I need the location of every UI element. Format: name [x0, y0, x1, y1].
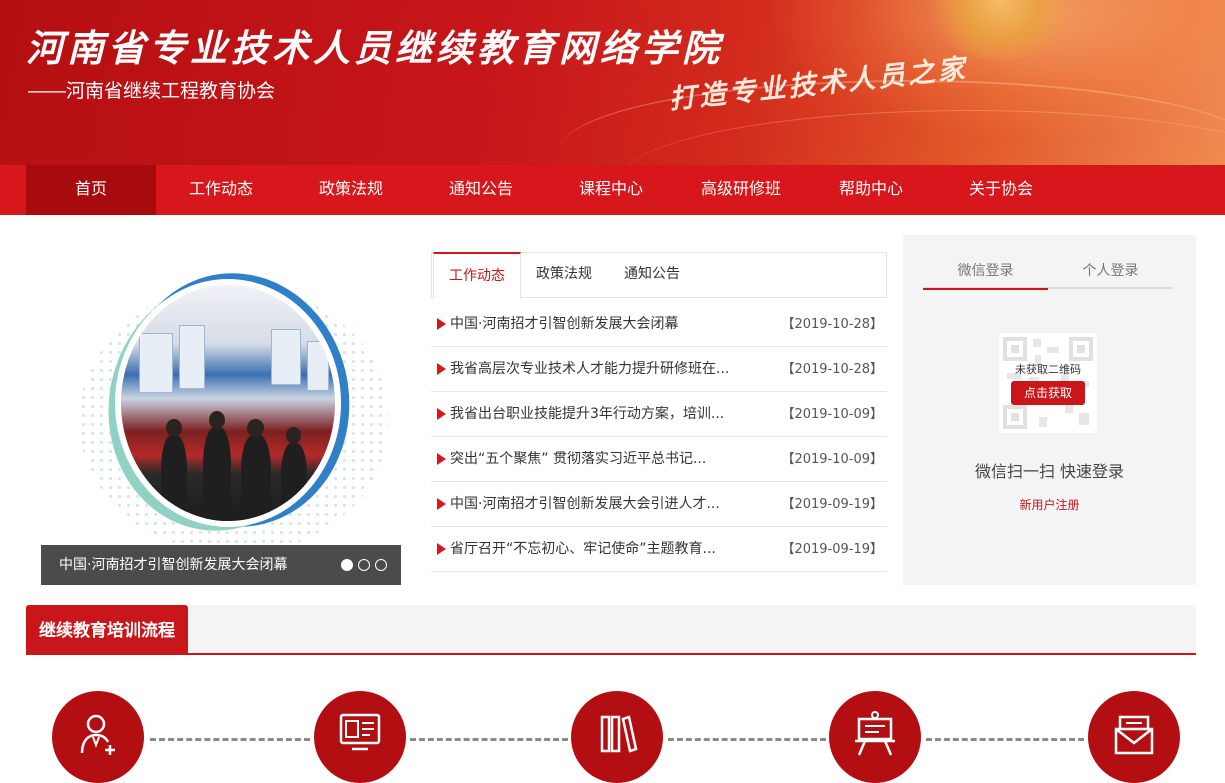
news-title[interactable]: 省厅召开“不忘初心、牢记使命”主题教育... [450, 527, 750, 572]
news-title[interactable]: 我省高层次专业技术人才能力提升研修班在... [450, 347, 750, 392]
header-banner: 河南省专业技术人员继续教育网络学院 ——河南省继续工程教育协会 打造专业技术人员… [0, 0, 1225, 165]
news-title[interactable]: 突出“五个聚焦” 贯彻落实习近平总书记... [450, 437, 750, 482]
nav-item-notices[interactable]: 通知公告 [416, 165, 546, 215]
bullet-triangle-icon [437, 498, 446, 510]
nav-item-work-news[interactable]: 工作动态 [156, 165, 286, 215]
news-title[interactable]: 中国·河南招才引智创新发展大会引进人才... [450, 482, 750, 527]
slide-caption-bar: 中国·河南招才引智创新发展大会闭幕 [41, 545, 401, 585]
bullet-triangle-icon [437, 318, 446, 330]
tab-work-news[interactable]: 工作动态 [433, 252, 521, 299]
main-nav: 首页 工作动态 政策法规 通知公告 课程中心 高级研修班 帮助中心 关于协会 [0, 165, 1225, 215]
slide-image[interactable] [121, 285, 335, 521]
qr-status-text: 未获取二维码 [1015, 363, 1081, 376]
tab-wechat-login[interactable]: 微信登录 [923, 257, 1048, 290]
photo-person-head [286, 427, 301, 444]
process-step-online-study[interactable] [314, 691, 406, 783]
image-slider[interactable]: 中国·河南招才引智创新发展大会闭幕 [41, 235, 401, 585]
wechat-scan-text: 微信扫一扫 快速登录 [974, 462, 1125, 481]
news-panel: 工作动态 政策法规 通知公告 中国·河南招才引智创新发展大会闭幕 【2019-1… [431, 252, 887, 582]
news-item[interactable]: 我省高层次专业技术人才能力提升研修班在... 【2019-10-28】 [431, 347, 887, 392]
slide-dot-1[interactable] [341, 559, 353, 571]
login-tabs: 微信登录 个人登录 [923, 257, 1173, 290]
bullet-triangle-icon [437, 408, 446, 420]
nav-item-home[interactable]: 首页 [26, 165, 156, 215]
photo-booth [271, 329, 301, 385]
news-date: 【2019-10-28】 [781, 317, 883, 332]
bullet-triangle-icon [437, 543, 446, 555]
get-qr-button[interactable]: 点击获取 [1011, 381, 1085, 405]
slide-indicators [341, 559, 387, 571]
process-steps [0, 688, 1225, 783]
photo-person [161, 435, 187, 521]
nav-item-policy[interactable]: 政策法规 [286, 165, 416, 215]
photo-person [203, 427, 231, 521]
news-item[interactable]: 中国·河南招才引智创新发展大会闭幕 【2019-10-28】 [431, 302, 887, 347]
login-panel: 微信登录 个人登录 未获取二维码 点击获取 微信扫一扫 快速登录 新用户注册 [903, 235, 1196, 585]
photo-booth [139, 333, 173, 393]
site-title: 河南省专业技术人员继续教育网络学院 [26, 26, 723, 70]
tab-personal-login[interactable]: 个人登录 [1048, 257, 1173, 289]
photo-person-head [247, 419, 264, 437]
news-date: 【2019-10-09】 [781, 407, 883, 422]
register-link[interactable]: 新用户注册 [903, 496, 1196, 513]
presentation-board-icon [855, 711, 895, 756]
step-connector [926, 738, 1084, 741]
user-add-icon [80, 714, 115, 755]
news-date: 【2019-10-28】 [781, 362, 883, 377]
step-connector [410, 738, 568, 741]
news-date: 【2019-09-19】 [781, 542, 883, 557]
news-item[interactable]: 省厅召开“不忘初心、牢记使命”主题教育... 【2019-09-19】 [431, 527, 887, 572]
step-connector [668, 738, 826, 741]
news-tabs: 工作动态 政策法规 通知公告 [431, 252, 887, 299]
news-date: 【2019-10-09】 [781, 452, 883, 467]
photo-booth [179, 325, 205, 389]
process-section-header: 继续教育培训流程 [26, 605, 1196, 655]
news-title[interactable]: 我省出台职业技能提升3年行动方案，培训... [450, 392, 750, 437]
news-item[interactable]: 突出“五个聚焦” 贯彻落实习近平总书记... 【2019-10-09】 [431, 437, 887, 482]
slide-dot-3[interactable] [375, 559, 387, 571]
bullet-triangle-icon [437, 453, 446, 465]
step-connector [150, 738, 310, 741]
slide-caption[interactable]: 中国·河南招才引智创新发展大会闭幕 [59, 545, 287, 585]
news-item[interactable]: 我省出台职业技能提升3年行动方案，培训... 【2019-10-09】 [431, 392, 887, 437]
news-item[interactable]: 中国·河南招才引智创新发展大会引进人才... 【2019-09-19】 [431, 482, 887, 527]
photo-person-head [209, 411, 225, 429]
tab-policy[interactable]: 政策法规 [524, 252, 604, 298]
process-step-exam[interactable] [829, 691, 921, 783]
process-step-courses[interactable] [571, 691, 663, 783]
section-title: 继续教育培训流程 [26, 605, 188, 653]
process-step-register[interactable] [52, 691, 144, 783]
nav-item-help[interactable]: 帮助中心 [806, 165, 936, 215]
photo-person [281, 443, 307, 521]
certificate-envelope-icon [1114, 715, 1154, 755]
photo-person [241, 435, 271, 521]
bullet-triangle-icon [437, 363, 446, 375]
site-subtitle: ——河南省继续工程教育协会 [28, 81, 276, 102]
photo-person-head [166, 419, 182, 437]
process-step-certificate[interactable] [1088, 691, 1180, 783]
news-list: 中国·河南招才引智创新发展大会闭幕 【2019-10-28】 我省高层次专业技术… [431, 302, 887, 572]
news-title[interactable]: 中国·河南招才引智创新发展大会闭幕 [450, 302, 750, 347]
news-date: 【2019-09-19】 [781, 497, 883, 512]
nav-item-about[interactable]: 关于协会 [936, 165, 1066, 215]
slide-dot-2[interactable] [358, 559, 370, 571]
online-learning-icon [339, 713, 381, 751]
nav-item-courses[interactable]: 课程中心 [546, 165, 676, 215]
photo-booth [307, 341, 329, 391]
books-icon [600, 715, 638, 753]
tab-notices[interactable]: 通知公告 [612, 252, 692, 298]
nav-item-seminars[interactable]: 高级研修班 [676, 165, 806, 215]
